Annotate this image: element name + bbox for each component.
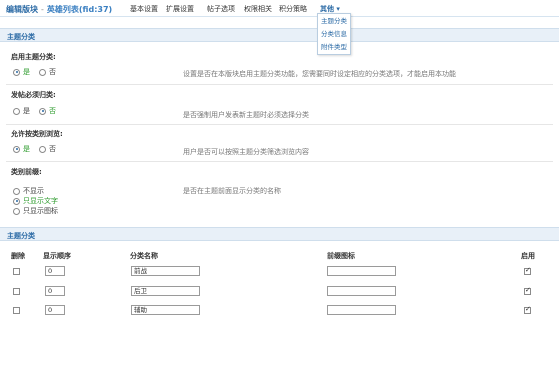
radio-button[interactable] xyxy=(13,107,20,115)
option-label: 否 xyxy=(49,107,56,115)
section-title: 主题分类 xyxy=(7,232,35,240)
enable-checkbox[interactable] xyxy=(524,266,531,275)
forum-name[interactable]: 英雄列表(fid:37) xyxy=(47,5,112,14)
radio-browse-yes[interactable]: 是 xyxy=(13,144,30,154)
menu-item-category-info[interactable]: 分类信息 xyxy=(318,28,350,40)
enable-checkbox[interactable] xyxy=(524,286,531,295)
column-header-order: 显示顺序 xyxy=(43,252,71,260)
type-name-input[interactable]: 后卫 xyxy=(131,286,200,296)
delete-checkbox[interactable] xyxy=(13,268,20,275)
prefix-icon-input[interactable] xyxy=(327,305,396,315)
option-label: 是 xyxy=(23,68,30,76)
radio-button[interactable] xyxy=(13,145,20,153)
prefix-icon-input[interactable] xyxy=(327,286,396,296)
option-label: 是 xyxy=(23,107,30,115)
radio-prefix-icon[interactable]: 只显示图标 xyxy=(13,206,58,216)
radio-required-yes[interactable]: 是 xyxy=(13,106,30,116)
top-bar: 编辑版块 - 英雄列表(fid:37) 基本设置 扩展设置 帖子选项 权限相关 积分… xyxy=(0,0,559,17)
option-label: 否 xyxy=(49,68,56,76)
column-header-icon: 前缀图标 xyxy=(327,252,355,260)
radio-button[interactable] xyxy=(13,187,20,195)
enable-checkbox[interactable] xyxy=(524,305,531,314)
delete-checkbox[interactable] xyxy=(13,307,20,314)
tab-permissions[interactable]: 权限相关 xyxy=(244,4,272,14)
radio-button[interactable] xyxy=(39,145,46,153)
type-name-input[interactable]: 前战 xyxy=(131,266,200,276)
section-title: 主题分类 xyxy=(7,33,35,41)
radio-button[interactable] xyxy=(39,68,46,76)
radio-button[interactable] xyxy=(13,68,20,76)
option-label: 是 xyxy=(23,145,30,153)
display-order-input[interactable]: 0 xyxy=(45,286,65,296)
radio-button[interactable] xyxy=(13,197,20,205)
option-label: 只显示文字 xyxy=(23,197,58,205)
setting-label-browse: 允许按类别浏览: xyxy=(11,130,63,138)
setting-description: 设置是否在本版块启用主题分类功能，您需要同时设定相应的分类选项，才能启用本功能 xyxy=(183,70,456,78)
radio-button[interactable] xyxy=(13,207,20,215)
setting-description: 用户是否可以按照主题分类筛选浏览内容 xyxy=(183,148,309,156)
divider xyxy=(6,161,553,162)
breadcrumb-separator: - xyxy=(41,5,44,14)
tab-credit-policy[interactable]: 积分策略 xyxy=(279,4,307,14)
divider xyxy=(6,84,553,85)
radio-prefix-none[interactable]: 不显示 xyxy=(13,186,44,196)
column-header-name: 分类名称 xyxy=(130,252,158,260)
setting-description: 是否强制用户发表新主题时必须选择分类 xyxy=(183,111,309,119)
delete-checkbox[interactable] xyxy=(13,288,20,295)
radio-button[interactable] xyxy=(39,107,46,115)
setting-label-required: 发帖必须归类: xyxy=(11,91,56,99)
option-label: 只显示图标 xyxy=(23,207,58,215)
radio-prefix-text[interactable]: 只显示文字 xyxy=(13,196,58,206)
radio-enable-no[interactable]: 否 xyxy=(39,67,56,77)
radio-browse-no[interactable]: 否 xyxy=(39,144,56,154)
display-order-input[interactable]: 0 xyxy=(45,266,65,276)
breadcrumb: 编辑版块 - 英雄列表(fid:37) xyxy=(6,4,112,15)
setting-label-enable: 启用主题分类: xyxy=(11,53,56,61)
display-order-input[interactable]: 0 xyxy=(45,305,65,315)
column-header-enabled: 启用 xyxy=(521,252,535,260)
more-dropdown-menu: 主题分类 分类信息 附件类型 xyxy=(317,13,351,55)
tab-extended-settings[interactable]: 扩展设置 xyxy=(166,4,194,14)
tab-basic-settings[interactable]: 基本设置 xyxy=(130,4,158,14)
radio-required-no[interactable]: 否 xyxy=(39,106,56,116)
menu-item-attachment-types[interactable]: 附件类型 xyxy=(318,41,350,53)
type-name-input[interactable]: 辅助 xyxy=(131,305,200,315)
tab-post-options[interactable]: 帖子选项 xyxy=(207,4,235,14)
option-label: 不显示 xyxy=(23,187,44,195)
section-header-type-list: 主题分类 xyxy=(0,227,559,241)
page-title: 编辑版块 xyxy=(6,5,38,14)
option-label: 否 xyxy=(49,145,56,153)
setting-description: 是否在主题前面显示分类的名称 xyxy=(183,187,281,195)
column-header-delete: 删除 xyxy=(11,252,25,260)
radio-enable-yes[interactable]: 是 xyxy=(13,67,30,77)
prefix-icon-input[interactable] xyxy=(327,266,396,276)
setting-label-prefix: 类别前缀: xyxy=(11,168,42,176)
section-header-thread-types: 主题分类 xyxy=(0,28,559,42)
menu-item-thread-types[interactable]: 主题分类 xyxy=(318,15,350,27)
divider xyxy=(6,124,553,125)
